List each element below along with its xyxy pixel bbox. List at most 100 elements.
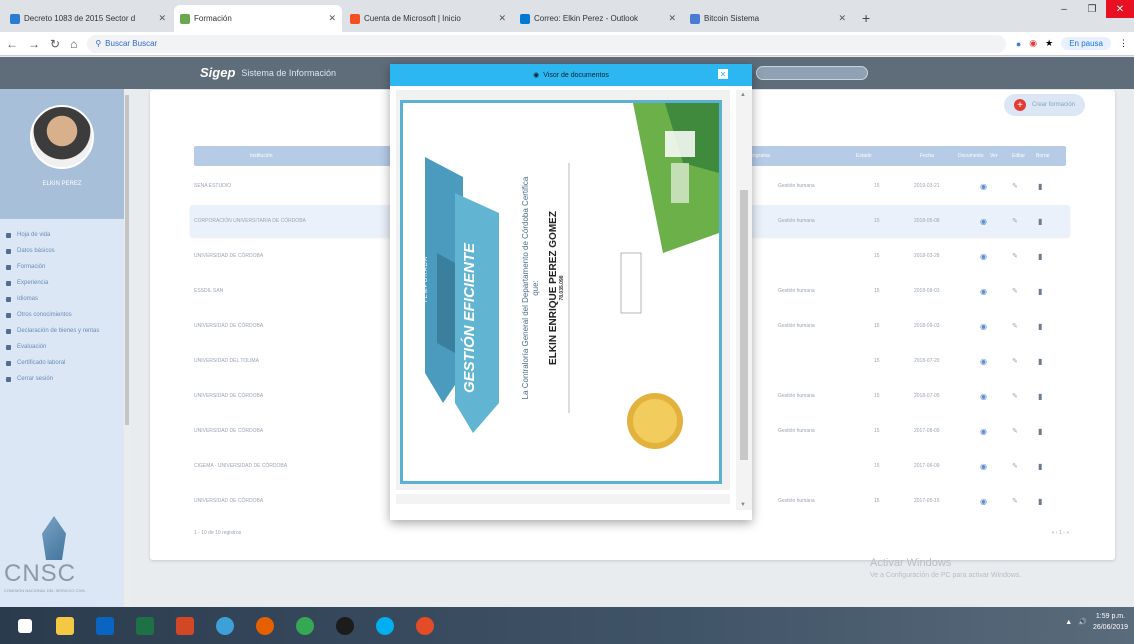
firefox-icon[interactable] [250, 613, 280, 639]
delete-trash-icon[interactable]: ▮ [1038, 217, 1042, 226]
search-icon: ⚲ [95, 39, 102, 48]
edit-pencil-icon[interactable]: ✎ [1012, 392, 1018, 400]
sidebar-menu-item[interactable]: Declaración de bienes y rentas [6, 323, 128, 339]
edit-pencil-icon[interactable]: ✎ [1012, 497, 1018, 505]
edit-pencil-icon[interactable]: ✎ [1012, 182, 1018, 190]
forward-icon[interactable]: → [28, 37, 40, 51]
add-formation-button[interactable]: + Crear formación [1003, 94, 1085, 116]
pdf-viewer[interactable]: TEMPORADA GESTIÓN EFICIENTE La Contralor… [396, 90, 730, 490]
close-icon[interactable]: ✕ [718, 69, 728, 79]
sidebar-menu-item[interactable]: Idiomas [6, 291, 128, 307]
column-header[interactable]: Estado [856, 153, 872, 159]
column-header[interactable]: Institución [250, 153, 273, 159]
menu-icon[interactable]: ⋮ [1119, 38, 1128, 49]
network-icon[interactable]: ▲ [1065, 619, 1072, 626]
app-icon[interactable] [330, 613, 360, 639]
sidebar-menu-item[interactable]: Otros conocimientos [6, 307, 128, 323]
sidebar-menu-item[interactable]: Evaluación [6, 339, 128, 355]
browser-tab[interactable]: Correo: Elkin Perez - Outlook ✕ [514, 5, 682, 32]
delete-trash-icon[interactable]: ▮ [1038, 322, 1042, 331]
tab-close-icon[interactable]: ✕ [498, 13, 506, 24]
delete-trash-icon[interactable]: ▮ [1038, 252, 1042, 261]
taskbar-clock[interactable]: 1:59 p.m. 26/06/2019 [1093, 611, 1128, 633]
outlook-icon[interactable] [90, 613, 120, 639]
view-eye-icon[interactable]: ◉ [980, 462, 987, 471]
extension-icon[interactable]: ● [1016, 39, 1021, 49]
delete-trash-icon[interactable]: ▮ [1038, 357, 1042, 366]
bookmark-icon[interactable]: ★ [1045, 38, 1053, 49]
tab-close-icon[interactable]: ✕ [668, 13, 676, 24]
file-explorer-icon[interactable] [50, 613, 80, 639]
volume-icon[interactable]: 🔊 [1078, 618, 1087, 626]
maximize-icon[interactable]: ❐ [1078, 0, 1106, 18]
extension-icon[interactable]: ◉ [1029, 38, 1037, 49]
tab-close-icon[interactable]: ✕ [328, 13, 336, 24]
view-eye-icon[interactable]: ◉ [980, 392, 987, 401]
edit-pencil-icon[interactable]: ✎ [1012, 322, 1018, 330]
view-eye-icon[interactable]: ◉ [980, 182, 987, 191]
delete-trash-icon[interactable]: ▮ [1038, 287, 1042, 296]
delete-trash-icon[interactable]: ▮ [1038, 427, 1042, 436]
delete-trash-icon[interactable]: ▮ [1038, 497, 1042, 506]
view-eye-icon[interactable]: ◉ [980, 322, 987, 331]
close-window-icon[interactable]: ✕ [1106, 0, 1134, 18]
browser-tab[interactable]: Decreto 1083 de 2015 Sector d ✕ [4, 5, 172, 32]
back-icon[interactable]: ← [6, 37, 18, 51]
home-icon[interactable]: ⌂ [70, 37, 77, 51]
sidebar-scrollbar[interactable] [124, 89, 130, 607]
tab-close-icon[interactable]: ✕ [158, 13, 166, 24]
column-header[interactable]: Ver [990, 153, 998, 159]
chrome-icon[interactable] [290, 613, 320, 639]
column-header[interactable]: Fecha [920, 153, 934, 159]
delete-trash-icon[interactable]: ▮ [1038, 462, 1042, 471]
reload-icon[interactable]: ↻ [50, 37, 60, 51]
browser-tab[interactable]: Cuenta de Microsoft | Inicio ✕ [344, 5, 512, 32]
view-eye-icon[interactable]: ◉ [980, 357, 987, 366]
excel-icon[interactable] [130, 613, 160, 639]
cnsc-brand-sub: COMISIÓN NACIONAL DEL SERVICIO CIVIL [4, 588, 86, 593]
skype-icon[interactable] [370, 613, 400, 639]
tab-close-icon[interactable]: ✕ [838, 13, 846, 24]
view-eye-icon[interactable]: ◉ [980, 427, 987, 436]
scroll-down-icon[interactable]: ▼ [740, 502, 746, 508]
view-eye-icon[interactable]: ◉ [980, 287, 987, 296]
edit-pencil-icon[interactable]: ✎ [1012, 427, 1018, 435]
sidebar-menu-item[interactable]: Certificado laboral [6, 355, 128, 371]
delete-trash-icon[interactable]: ▮ [1038, 182, 1042, 191]
delete-trash-icon[interactable]: ▮ [1038, 392, 1042, 401]
powerpoint-icon[interactable] [170, 613, 200, 639]
view-eye-icon[interactable]: ◉ [980, 497, 987, 506]
browser-tab[interactable]: Formación ✕ [174, 5, 342, 32]
new-tab-button[interactable]: + [854, 10, 878, 32]
sidebar-menu-item[interactable]: Hoja de vida [6, 227, 128, 243]
viewer-vertical-scrollbar[interactable]: ▲ ▼ [736, 90, 752, 510]
edit-pencil-icon[interactable]: ✎ [1012, 462, 1018, 470]
column-header[interactable]: Editar [1012, 153, 1025, 159]
edit-pencil-icon[interactable]: ✎ [1012, 357, 1018, 365]
windows-start-icon[interactable] [10, 613, 40, 639]
internet-explorer-icon[interactable] [210, 613, 240, 639]
scroll-up-icon[interactable]: ▲ [740, 92, 746, 98]
browser-tab[interactable]: Bitcoin Sistema ✕ [684, 5, 852, 32]
sidebar-menu-item[interactable]: Datos básicos [6, 243, 128, 259]
view-eye-icon[interactable]: ◉ [980, 252, 987, 261]
address-bar[interactable]: ⚲ Buscar Buscar [87, 34, 1006, 53]
column-header[interactable]: Documento [958, 153, 984, 159]
sidebar-menu-item[interactable]: Formación [6, 259, 128, 275]
column-header[interactable]: Borrar [1036, 153, 1050, 159]
sidebar-menu-item[interactable]: Cerrar sesión [6, 371, 128, 387]
viewer-horizontal-scrollbar[interactable] [396, 494, 730, 504]
view-eye-icon[interactable]: ◉ [980, 217, 987, 226]
app-icon[interactable] [410, 613, 440, 639]
header-search-input[interactable] [756, 66, 868, 80]
profile-pause-button[interactable]: En pausa [1061, 37, 1111, 50]
edit-pencil-icon[interactable]: ✎ [1012, 287, 1018, 295]
edit-pencil-icon[interactable]: ✎ [1012, 217, 1018, 225]
clock-date: 26/06/2019 [1092, 624, 1128, 631]
pager-controls[interactable]: « ‹ 1 › » [1052, 530, 1069, 536]
edit-pencil-icon[interactable]: ✎ [1012, 252, 1018, 260]
sidebar-menu-item[interactable]: Experiencia [6, 275, 128, 291]
app-logo[interactable]: Sigep Sistema de Información [200, 65, 336, 80]
minimize-icon[interactable]: – [1050, 0, 1078, 18]
cell-status: 15 [874, 288, 880, 294]
